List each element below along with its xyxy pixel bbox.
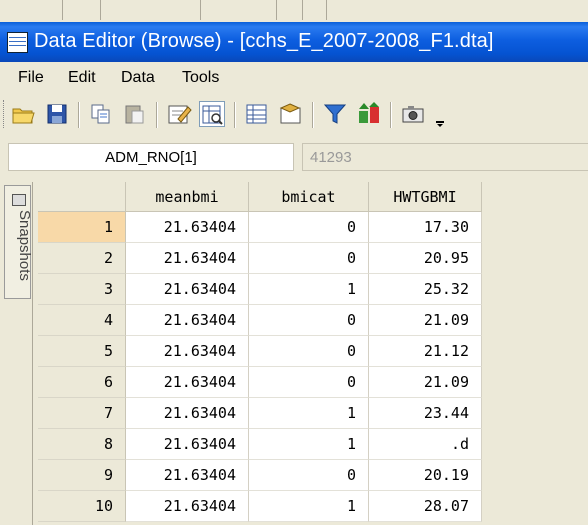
cell-bmicat[interactable]: 1: [249, 274, 369, 305]
sort-icon[interactable]: [356, 101, 382, 127]
row-number[interactable]: 3: [38, 274, 126, 305]
cell-bmicat[interactable]: 0: [249, 336, 369, 367]
menu-file[interactable]: File: [18, 69, 44, 87]
cell-bmicat[interactable]: 1: [249, 398, 369, 429]
filter-icon[interactable]: [322, 101, 348, 127]
snapshots-side-panel: Snapshots: [0, 182, 33, 525]
row-number[interactable]: 7: [38, 398, 126, 429]
corner-header[interactable]: [38, 182, 126, 212]
row-number[interactable]: 2: [38, 243, 126, 274]
cell-hwtgbmi[interactable]: 17.30: [369, 212, 482, 243]
cell-hwtgbmi[interactable]: 28.07: [369, 491, 482, 522]
snapshot-camera-icon[interactable]: [400, 101, 426, 127]
background-cell: [62, 0, 101, 20]
cell-hwtgbmi[interactable]: 21.09: [369, 305, 482, 336]
row-number[interactable]: 10: [38, 491, 126, 522]
toolbar-separator: [78, 102, 80, 128]
row-number[interactable]: 6: [38, 367, 126, 398]
cell-meanbmi[interactable]: 21.63404: [126, 398, 249, 429]
row-number[interactable]: 1: [38, 212, 126, 243]
cell-hwtgbmi[interactable]: 23.44: [369, 398, 482, 429]
cell-bmicat[interactable]: 0: [249, 212, 369, 243]
copy-icon[interactable]: [88, 101, 114, 127]
paste-icon[interactable]: [122, 101, 148, 127]
open-icon[interactable]: [10, 101, 36, 127]
cell-reference-label: ADM_RNO[1]: [105, 149, 197, 166]
cell-hwtgbmi[interactable]: 20.95: [369, 243, 482, 274]
toolbar-grip[interactable]: [3, 100, 7, 128]
cell-bmicat[interactable]: 1: [249, 429, 369, 460]
cell-value-text: 41293: [310, 149, 352, 166]
cell-meanbmi[interactable]: 21.63404: [126, 305, 249, 336]
grid-empty-area: [482, 182, 588, 525]
background-cell: [302, 0, 327, 20]
cell-reference-box[interactable]: ADM_RNO[1]: [8, 143, 294, 171]
row-number[interactable]: 9: [38, 460, 126, 491]
snapshots-tab-label: Snapshots: [16, 210, 33, 281]
cell-bmicat[interactable]: 0: [249, 460, 369, 491]
background-cell: [100, 0, 201, 20]
edit-mode-icon[interactable]: [166, 101, 192, 127]
cell-hwtgbmi[interactable]: 20.19: [369, 460, 482, 491]
cell-meanbmi[interactable]: 21.63404: [126, 429, 249, 460]
cell-bmicat[interactable]: 0: [249, 305, 369, 336]
cell-meanbmi[interactable]: 21.63404: [126, 243, 249, 274]
toolbar: [0, 94, 588, 136]
menu-data[interactable]: Data: [121, 69, 155, 87]
row-number[interactable]: 4: [38, 305, 126, 336]
toolbar-separator: [156, 102, 158, 128]
browse-mode-icon[interactable]: [199, 101, 225, 127]
cell-meanbmi[interactable]: 21.63404: [126, 367, 249, 398]
column-header-bmicat[interactable]: bmicat: [249, 182, 369, 212]
cell-hwtgbmi[interactable]: 25.32: [369, 274, 482, 305]
cell-hwtgbmi[interactable]: 21.09: [369, 367, 482, 398]
column-header-meanbmi[interactable]: meanbmi: [126, 182, 249, 212]
row-number[interactable]: 5: [38, 336, 126, 367]
data-editor-app-icon[interactable]: [7, 32, 28, 53]
snapshots-tab[interactable]: Snapshots: [4, 185, 33, 299]
window-title: Data Editor (Browse) - [cchs_E_2007-2008…: [34, 30, 494, 52]
menu-edit[interactable]: Edit: [68, 69, 96, 87]
cell-hwtgbmi[interactable]: 21.12: [369, 336, 482, 367]
cell-meanbmi[interactable]: 21.63404: [126, 274, 249, 305]
cell-meanbmi[interactable]: 21.63404: [126, 212, 249, 243]
cell-meanbmi[interactable]: 21.63404: [126, 336, 249, 367]
cell-meanbmi[interactable]: 21.63404: [126, 491, 249, 522]
background-cell: [276, 0, 303, 20]
toolbar-more-icon[interactable]: [432, 101, 448, 127]
camera-icon: [12, 194, 26, 206]
column-header-hwtgbmi[interactable]: HWTGBMI: [369, 182, 482, 212]
menu-bar: File Edit Data Tools: [0, 62, 588, 92]
background-cell: [200, 0, 277, 20]
cell-bmicat[interactable]: 0: [249, 243, 369, 274]
variables-manager-icon[interactable]: [244, 101, 270, 127]
cell-meanbmi[interactable]: 21.63404: [126, 460, 249, 491]
menu-tools[interactable]: Tools: [182, 69, 219, 87]
save-icon[interactable]: [44, 101, 70, 127]
cell-bmicat[interactable]: 1: [249, 491, 369, 522]
title-bar[interactable]: Data Editor (Browse) - [cchs_E_2007-2008…: [0, 22, 588, 62]
row-number[interactable]: 8: [38, 429, 126, 460]
background-cell: [0, 0, 63, 20]
background-window-strip: [0, 0, 588, 23]
toolbar-separator: [312, 102, 314, 128]
properties-icon[interactable]: [278, 101, 304, 127]
cell-bmicat[interactable]: 0: [249, 367, 369, 398]
toolbar-separator: [234, 102, 236, 128]
cell-value-field[interactable]: 41293: [302, 143, 588, 171]
toolbar-separator: [390, 102, 392, 128]
cell-hwtgbmi[interactable]: .d: [369, 429, 482, 460]
